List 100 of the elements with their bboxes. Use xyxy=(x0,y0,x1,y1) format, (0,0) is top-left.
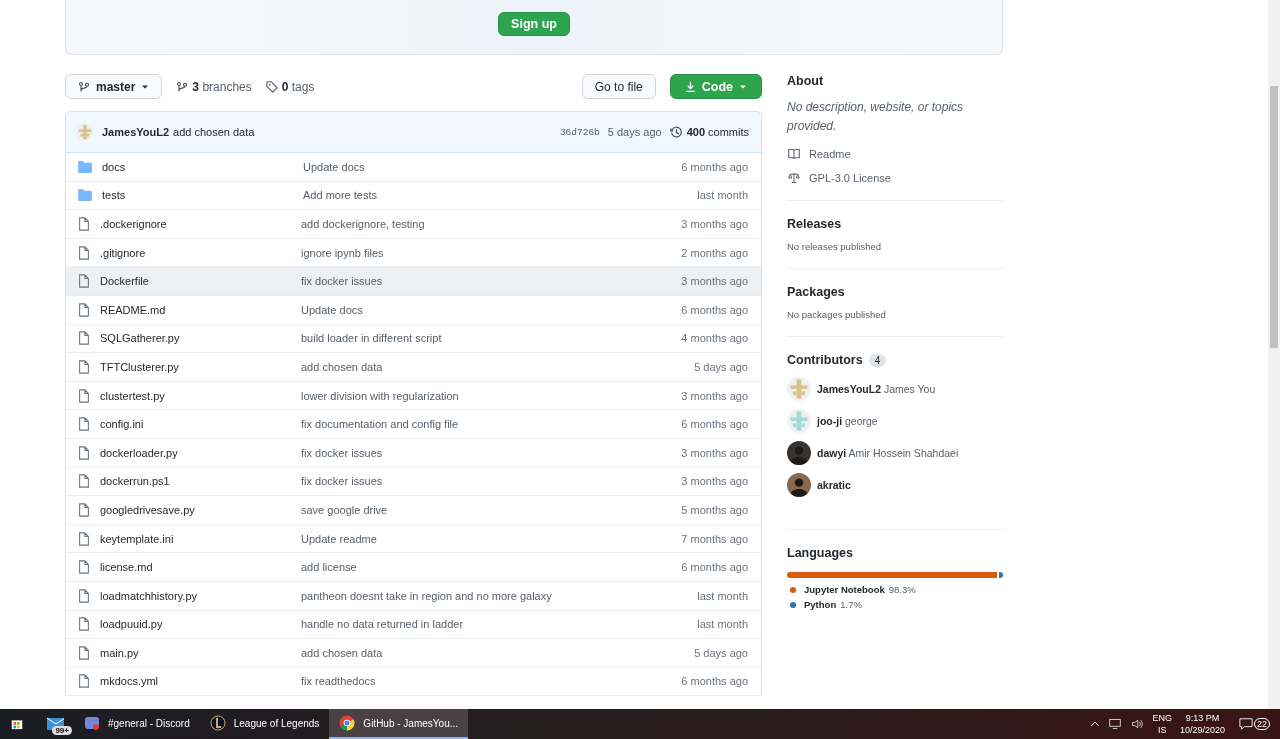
sidebar-link[interactable]: Readme xyxy=(809,148,851,160)
commit-message[interactable]: fix docker issues xyxy=(301,446,682,459)
contributor-name[interactable]: JamesYouL2 James You xyxy=(817,383,936,395)
commit-message[interactable]: fix docker issues xyxy=(301,475,682,488)
contributor-name[interactable]: dawyi Amir Hossein Shahdaei xyxy=(817,447,959,459)
contributor-name[interactable]: akratic xyxy=(817,479,851,491)
file-name[interactable]: tests xyxy=(102,189,303,202)
keyboard-layout[interactable]: IS xyxy=(1157,724,1167,736)
commit-message[interactable]: pantheon doesnt take in region and no more galaxy xyxy=(301,589,698,602)
packages-note: No packages published xyxy=(787,309,887,320)
commit-message[interactable]: fix documentation and config file xyxy=(301,418,682,431)
file-name[interactable]: Dockerfile xyxy=(100,275,301,288)
file-name[interactable]: dockerloader.py xyxy=(100,446,301,459)
commit-age: 3 months ago xyxy=(681,389,748,402)
sidebar-link[interactable]: GPL-3.0 License xyxy=(809,172,891,184)
language-name[interactable]: Jupyter Notebook xyxy=(804,584,885,595)
taskbar-button[interactable]: League of Legends xyxy=(199,709,330,739)
file-name[interactable]: keytemplate.ini xyxy=(100,532,301,545)
languages-heading: Languages xyxy=(787,546,854,560)
commit-message[interactable]: add dockerignore, testing xyxy=(301,218,682,230)
file-name[interactable]: mkdocs.yml xyxy=(100,675,301,688)
language-percent: 1.7% xyxy=(840,599,862,610)
commit-age: 7 months ago xyxy=(681,532,748,545)
about-heading: About xyxy=(787,74,825,88)
contributor-name[interactable]: joo-ji george xyxy=(817,415,878,427)
file-name[interactable]: .dockerignore xyxy=(100,218,301,230)
notification-button[interactable]: 22 xyxy=(1239,717,1270,731)
releases-note: No releases published xyxy=(787,241,882,252)
commit-message[interactable]: add chosen data xyxy=(301,646,695,659)
commit-message[interactable]: Update docs xyxy=(303,160,682,173)
file-name[interactable]: README.md xyxy=(100,303,301,316)
commit-message[interactable]: build loader in different script xyxy=(301,332,682,345)
file-name[interactable]: main.py xyxy=(100,646,301,659)
file-name[interactable]: docs xyxy=(102,160,303,173)
chevron-up-icon xyxy=(1090,719,1101,729)
file-name[interactable]: license.md xyxy=(100,561,301,574)
commit-age: 6 months ago xyxy=(681,561,748,574)
file-name[interactable]: .gitignore xyxy=(100,246,301,259)
taskbar-button[interactable]: #general - Discord xyxy=(74,709,200,739)
unread-badge: 99+ xyxy=(52,726,72,735)
commit-author[interactable]: JamesYouL2 xyxy=(102,126,170,138)
file-icon xyxy=(78,588,90,603)
file-icon xyxy=(78,217,90,231)
commit-message[interactable]: Update docs xyxy=(301,303,682,316)
commits-link[interactable]: 400 commits xyxy=(686,126,749,138)
file-name[interactable]: googledrivesave.py xyxy=(100,503,301,516)
book-icon xyxy=(787,148,801,160)
history-icon xyxy=(669,125,683,139)
tags-link[interactable]: 0 tags xyxy=(265,79,315,94)
file-icon xyxy=(78,274,90,289)
file-icon xyxy=(78,417,90,432)
commit-message[interactable]: Add more tests xyxy=(303,189,698,202)
volume-icon xyxy=(1130,718,1145,730)
file-name[interactable]: dockerrun.ps1 xyxy=(100,475,301,488)
commit-message[interactable]: Update readme xyxy=(301,532,682,545)
language-name[interactable]: Python xyxy=(804,599,837,610)
file-icon xyxy=(78,560,90,575)
go-to-file-button[interactable]: Go to file xyxy=(581,74,656,99)
taskbar-button[interactable]: 99+ xyxy=(34,709,74,739)
commit-age: 4 months ago xyxy=(681,332,748,345)
commit-message[interactable]: ignore ipynb files xyxy=(301,246,682,259)
commit-age: 5 days ago xyxy=(694,360,748,373)
commit-message[interactable]: add chosen data xyxy=(301,360,695,373)
commit-message[interactable]: save google drive xyxy=(301,503,682,516)
commit-age: 5 months ago xyxy=(681,503,748,516)
releases-heading: Releases xyxy=(787,217,843,231)
branch-icon xyxy=(176,80,189,93)
network-icon xyxy=(1108,718,1123,730)
commit-age: 2 months ago xyxy=(681,246,748,259)
commit-message[interactable]: fix docker issues xyxy=(301,275,682,288)
file-name[interactable]: config.ini xyxy=(100,418,301,431)
branches-link[interactable]: 3 branches xyxy=(176,79,252,94)
chat-app-icon xyxy=(84,715,100,731)
file-name[interactable]: loadmatchhistory.py xyxy=(100,589,301,602)
commit-message[interactable]: add license xyxy=(301,561,682,574)
commit-message[interactable]: fix readthedocs xyxy=(301,675,682,688)
file-row[interactable]: Dockerfile fix docker issues 3 months ago xyxy=(66,267,761,296)
language-indicator[interactable]: ENG xyxy=(1152,712,1172,724)
commit-message[interactable]: handle no data returned in ladder xyxy=(301,618,698,631)
commit-time: 5 days ago xyxy=(607,126,662,138)
branch-selector[interactable]: master xyxy=(65,74,163,99)
commit-age: last month xyxy=(697,589,748,602)
clock-date[interactable]: 10/29/2020 xyxy=(1179,724,1225,736)
folder-icon xyxy=(78,160,92,173)
commit-message[interactable]: lower division with regularization xyxy=(301,389,682,402)
commit-age: 6 months ago xyxy=(681,303,748,316)
clock-time[interactable]: 9:13 PM xyxy=(1185,712,1220,724)
file-icon xyxy=(78,617,90,632)
taskbar-button[interactable]: GitHub - JamesYou... xyxy=(329,709,469,739)
file-icon xyxy=(78,645,90,660)
language-percent: 98.3% xyxy=(888,584,916,595)
file-name[interactable]: loadpuuid.py xyxy=(100,618,301,631)
folder-icon xyxy=(78,189,92,202)
commit-message[interactable]: add chosen data xyxy=(173,126,255,138)
file-name[interactable]: TFTClusterer.py xyxy=(100,360,301,373)
commit-age: 3 months ago xyxy=(681,475,748,488)
commit-sha[interactable]: 36d726b xyxy=(559,126,600,138)
file-name[interactable]: clustertest.py xyxy=(100,389,301,402)
file-name[interactable]: SQLGatherer.py xyxy=(100,332,301,345)
scrollbar[interactable] xyxy=(1268,0,1280,709)
